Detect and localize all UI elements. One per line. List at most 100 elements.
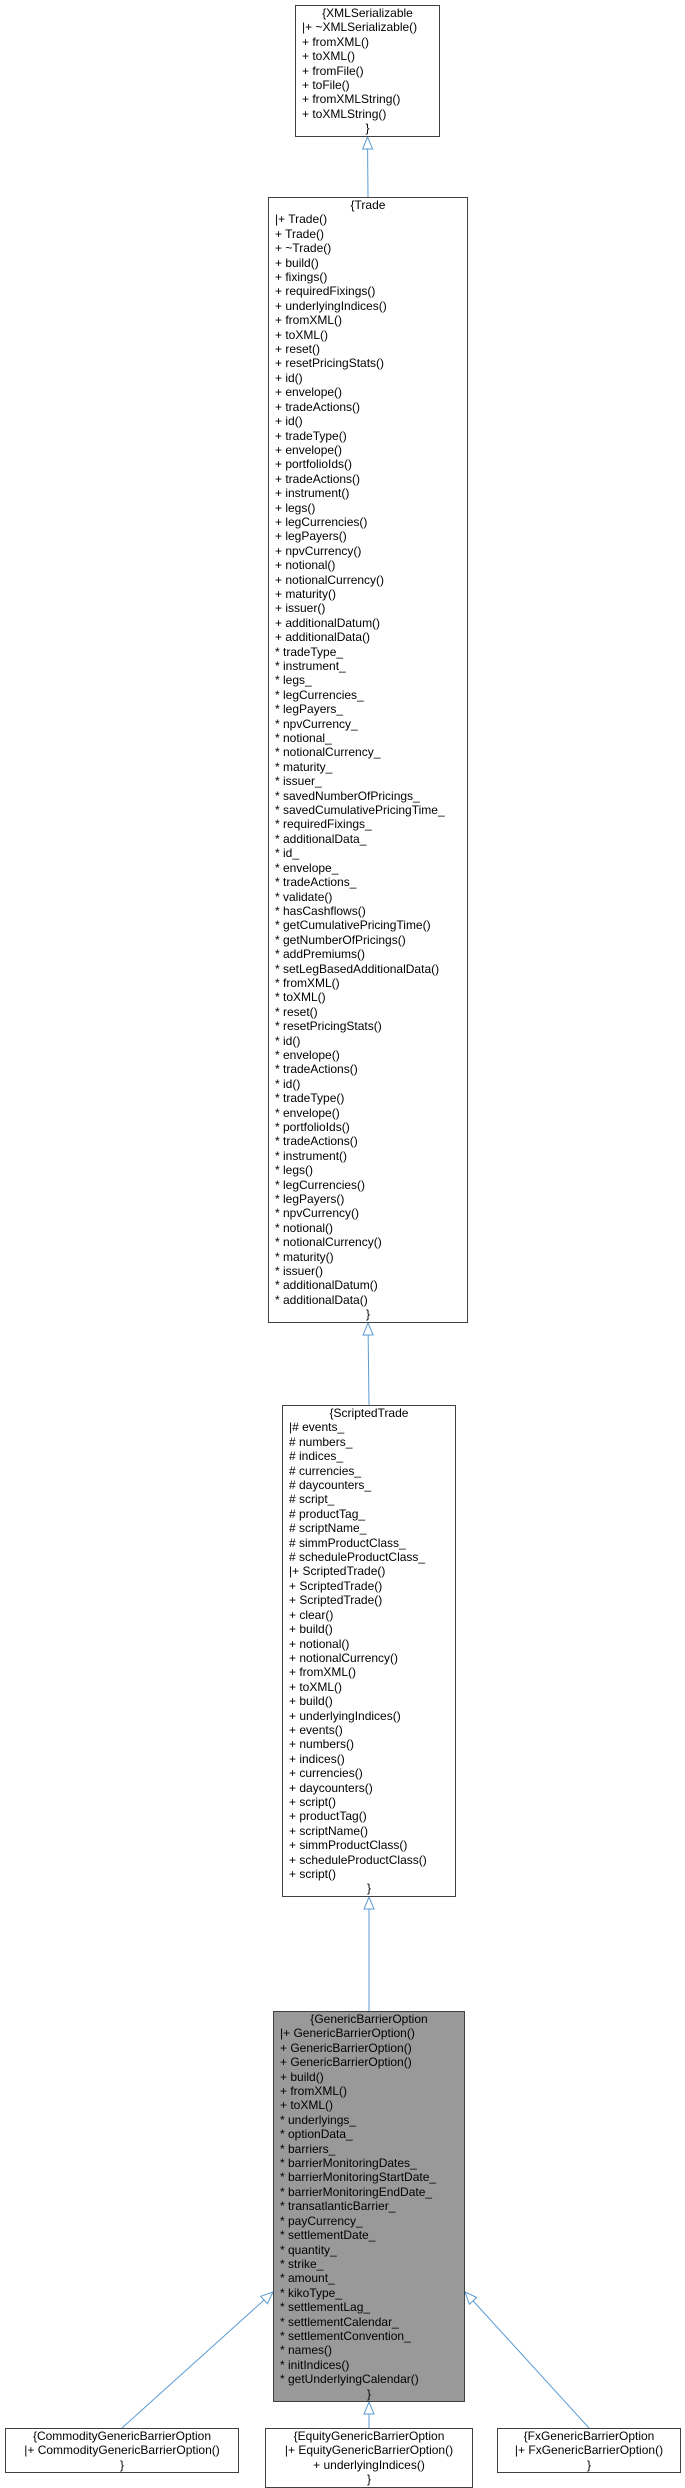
class-name-text: GenericBarrierOption — [314, 2012, 427, 2026]
member-line: * kikoType_ — [280, 2286, 458, 2300]
member-line: * names() — [280, 2343, 458, 2357]
class-name: {XMLSerializable — [302, 6, 433, 20]
member-line: + toXML() — [280, 2098, 458, 2112]
member-line: * barrierMonitoringEndDate_ — [280, 2185, 458, 2199]
class-genericbarrieroption[interactable]: {GenericBarrierOption|+ GenericBarrierOp… — [273, 2011, 465, 2402]
member-line: + build() — [275, 256, 461, 270]
inheritance-arrowhead — [363, 137, 373, 149]
member-line: * addPremiums() — [275, 947, 461, 961]
member-line: * legPayers_ — [275, 702, 461, 716]
member-line: + portfolioIds() — [275, 457, 461, 471]
edge-commodity-to-genericbarrieroption — [122, 2292, 273, 2428]
member-line: * initIndices() — [280, 2358, 458, 2372]
member-line: |+ Trade() — [275, 212, 461, 226]
member-line: + events() — [289, 1723, 449, 1737]
member-line: + fixings() — [275, 270, 461, 284]
member-line: * barriers_ — [280, 2142, 458, 2156]
member-line: |+ EquityGenericBarrierOption() — [272, 2443, 466, 2457]
member-line: * legCurrencies_ — [275, 688, 461, 702]
inheritance-arrowhead — [363, 1323, 373, 1335]
member-line: * getCumulativePricingTime() — [275, 918, 461, 932]
member-line: * portfolioIds() — [275, 1120, 461, 1134]
member-line: * maturity() — [275, 1250, 461, 1264]
member-line: * barrierMonitoringStartDate_ — [280, 2170, 458, 2184]
member-line: * settlementDate_ — [280, 2228, 458, 2242]
member-line: + Trade() — [275, 227, 461, 241]
member-line: # scriptName_ — [289, 1521, 449, 1535]
member-line: |+ ScriptedTrade() — [289, 1564, 449, 1578]
member-line: + toXMLString() — [302, 107, 433, 121]
member-line: * tradeActions() — [275, 1062, 461, 1076]
member-line: + npvCurrency() — [275, 544, 461, 558]
member-line: |+ CommodityGenericBarrierOption() — [12, 2443, 232, 2457]
class-name: {GenericBarrierOption — [280, 2012, 458, 2026]
member-line: * additionalDatum() — [275, 1278, 461, 1292]
member-line: + tradeActions() — [275, 472, 461, 486]
member-line: * id() — [275, 1034, 461, 1048]
member-line: * savedNumberOfPricings_ — [275, 789, 461, 803]
class-xmlserializable[interactable]: {XMLSerializable|+ ~XMLSerializable()+ f… — [295, 5, 440, 137]
member-line: + legCurrencies() — [275, 515, 461, 529]
member-line: + toXML() — [302, 49, 433, 63]
member-line: * hasCashflows() — [275, 904, 461, 918]
class-fxgenericbarrieroption[interactable]: {FxGenericBarrierOption|+ FxGenericBarri… — [497, 2428, 681, 2473]
member-line: * strike_ — [280, 2257, 458, 2271]
class-scriptedtrade[interactable]: {ScriptedTrade|# events_# numbers_# indi… — [282, 1405, 456, 1897]
member-line: * npvCurrency() — [275, 1206, 461, 1220]
member-line: + envelope() — [275, 443, 461, 457]
member-line: # indices_ — [289, 1449, 449, 1463]
member-line: * legPayers() — [275, 1192, 461, 1206]
member-line: * envelope() — [275, 1106, 461, 1120]
member-line: * reset() — [275, 1005, 461, 1019]
member-line: * legs() — [275, 1163, 461, 1177]
member-line: + notionalCurrency() — [275, 573, 461, 587]
member-line: + fromFile() — [302, 64, 433, 78]
class-name-text: ScriptedTrade — [334, 1406, 409, 1420]
member-line: * additionalData_ — [275, 832, 461, 846]
member-line: * tradeType() — [275, 1091, 461, 1105]
class-trade[interactable]: {Trade|+ Trade()+ Trade()+ ~Trade()+ bui… — [268, 197, 468, 1323]
member-line: # daycounters_ — [289, 1478, 449, 1492]
member-line: * barrierMonitoringDates_ — [280, 2156, 458, 2170]
edge-trade-to-xmlserializable — [363, 137, 373, 197]
member-line: + numbers() — [289, 1737, 449, 1751]
member-line: * getUnderlyingCalendar() — [280, 2372, 458, 2386]
member-line: + underlyingIndices() — [272, 2458, 466, 2472]
member-line: + issuer() — [275, 601, 461, 615]
member-line: * legCurrencies() — [275, 1178, 461, 1192]
close-brace: } — [275, 1307, 461, 1321]
member-line: + requiredFixings() — [275, 284, 461, 298]
member-line: + GenericBarrierOption() — [280, 2055, 458, 2069]
member-line: * savedCumulativePricingTime_ — [275, 803, 461, 817]
member-line: * issuer() — [275, 1264, 461, 1278]
member-line: + GenericBarrierOption() — [280, 2041, 458, 2055]
member-line: * notional_ — [275, 731, 461, 745]
member-line: * amount_ — [280, 2271, 458, 2285]
member-line: * quantity_ — [280, 2243, 458, 2257]
member-line: * fromXML() — [275, 976, 461, 990]
member-line: |+ FxGenericBarrierOption() — [504, 2443, 674, 2457]
member-line: |# events_ — [289, 1420, 449, 1434]
close-brace: } — [302, 121, 433, 135]
class-name-text: Trade — [355, 198, 386, 212]
member-line: + instrument() — [275, 486, 461, 500]
close-brace: } — [504, 2458, 674, 2472]
member-line: + toFile() — [302, 78, 433, 92]
close-brace: } — [280, 2387, 458, 2401]
member-line: * optionData_ — [280, 2127, 458, 2141]
member-line: # productTag_ — [289, 1507, 449, 1521]
member-line: # script_ — [289, 1492, 449, 1506]
member-line: * instrument() — [275, 1149, 461, 1163]
member-line: + currencies() — [289, 1766, 449, 1780]
member-line: + notional() — [289, 1637, 449, 1651]
class-commoditygenericbarrieroption[interactable]: {CommodityGenericBarrierOption|+ Commodi… — [5, 2428, 239, 2473]
member-line: + fromXMLString() — [302, 92, 433, 106]
member-line: + ScriptedTrade() — [289, 1593, 449, 1607]
member-line: + reset() — [275, 342, 461, 356]
member-line: * payCurrency_ — [280, 2214, 458, 2228]
member-line: + additionalDatum() — [275, 616, 461, 630]
member-line: * tradeActions() — [275, 1134, 461, 1148]
class-equitygenericbarrieroption[interactable]: {EquityGenericBarrierOption|+ EquityGene… — [265, 2428, 473, 2488]
member-line: + fromXML() — [302, 35, 433, 49]
member-line: + ScriptedTrade() — [289, 1579, 449, 1593]
